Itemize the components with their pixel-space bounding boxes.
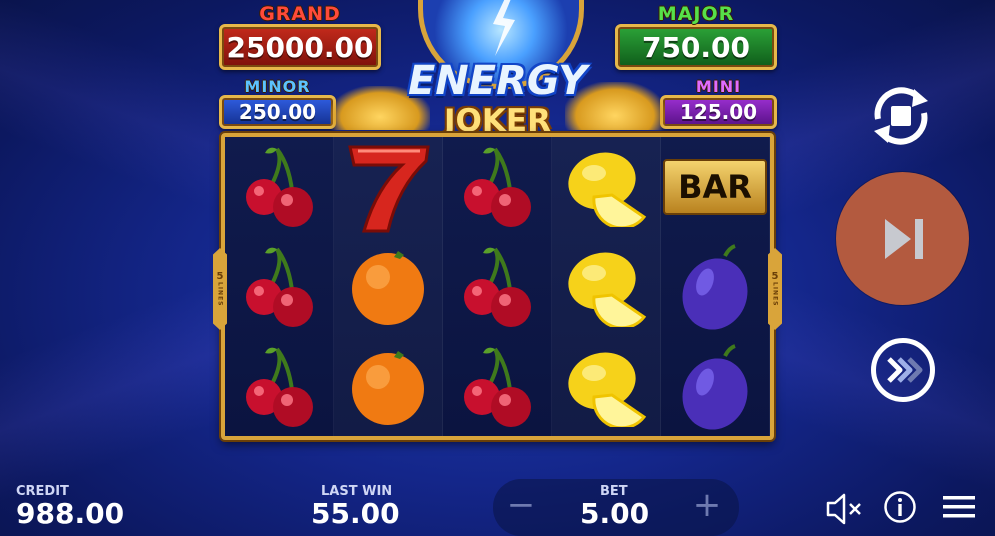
minor-jackpot-value: 250.00: [219, 95, 336, 129]
grand-jackpot-value: 25000.00: [219, 24, 381, 70]
plum-icon: [661, 237, 769, 337]
plum-icon: [661, 337, 769, 437]
reel-2: [334, 137, 443, 436]
cherry-icon: [225, 337, 333, 437]
lines-word: LINES: [216, 282, 224, 307]
info-icon: [884, 491, 916, 523]
lines-indicator-right: 5 LINES: [768, 248, 782, 330]
lines-count: 5: [216, 271, 224, 283]
lines-word: LINES: [771, 282, 779, 307]
cherry-icon: [443, 337, 551, 437]
autoplay-button[interactable]: [864, 79, 938, 153]
spin-button[interactable]: [836, 172, 969, 305]
reel-grid: BAR: [221, 133, 774, 440]
speaker-muted-icon: [826, 493, 861, 525]
game-logo-line1: ENERGY: [407, 58, 588, 104]
grand-jackpot: GRAND 25000.00: [219, 4, 381, 70]
lemon-icon: [552, 237, 660, 337]
lemon-icon: [552, 137, 660, 237]
cherry-icon: [443, 237, 551, 337]
menu-button[interactable]: [941, 494, 977, 520]
seven-icon: [334, 137, 442, 237]
mini-jackpot-value: 125.00: [660, 95, 777, 129]
mini-jackpot: MINI 125.00: [660, 78, 777, 129]
hamburger-menu-icon: [943, 496, 975, 518]
reel-3: [443, 137, 552, 436]
bar-icon: BAR: [661, 137, 769, 237]
orange-icon: [334, 337, 442, 437]
lemon-icon: [552, 337, 660, 437]
fast-forward-icon: [887, 357, 923, 383]
bet-increase-button[interactable]: +: [689, 487, 725, 523]
cherry-icon: [225, 237, 333, 337]
minor-jackpot-label: MINOR: [244, 77, 311, 96]
reel-1: [225, 137, 334, 436]
autoplay-icon: [874, 87, 928, 145]
major-jackpot-value: 750.00: [615, 24, 777, 70]
play-next-icon: [884, 218, 923, 259]
major-jackpot-label: MAJOR: [657, 3, 735, 25]
cherry-icon: [443, 137, 551, 237]
lines-count: 5: [771, 271, 779, 283]
bet-value: 5.00: [580, 497, 650, 530]
cherry-icon: [225, 137, 333, 237]
bet-decrease-button[interactable]: −: [503, 487, 539, 523]
grand-jackpot-label: GRAND: [259, 3, 341, 25]
turbo-button[interactable]: [871, 338, 935, 402]
credit-value: 988.00: [16, 497, 125, 530]
minor-jackpot: MINOR 250.00: [219, 78, 336, 129]
last-win-value: 55.00: [311, 497, 400, 530]
reel-5: BAR: [661, 137, 770, 436]
sound-toggle-button[interactable]: [824, 489, 864, 529]
orange-icon: [334, 237, 442, 337]
info-button[interactable]: [883, 490, 917, 524]
lines-indicator-left: 5 LINES: [213, 248, 227, 330]
major-jackpot: MAJOR 750.00: [615, 4, 777, 70]
mini-jackpot-label: MINI: [695, 77, 742, 96]
reel-4: [552, 137, 661, 436]
